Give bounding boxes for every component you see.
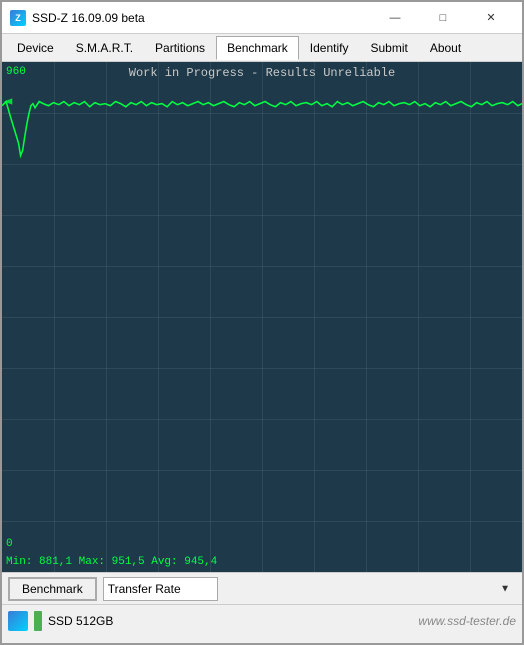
chart-canvas: 960 Work in Progress - Results Unreliabl… <box>2 62 522 572</box>
ssd-label: SSD 512GB <box>48 614 113 628</box>
status-bar: SSD 512GB www.ssd-tester.de <box>2 604 522 636</box>
menu-item-partitions[interactable]: Partitions <box>144 36 216 60</box>
dropdown-arrow-icon: ▼ <box>500 583 510 594</box>
menu-item-submit[interactable]: Submit <box>359 36 418 60</box>
close-button[interactable]: ✕ <box>468 5 514 31</box>
menu-item-smart[interactable]: S.M.A.R.T. <box>65 36 144 60</box>
ssd-indicator <box>34 611 42 631</box>
app-icon: Z <box>10 10 26 26</box>
maximize-button[interactable]: □ <box>420 5 466 31</box>
chart-title: Work in Progress - Results Unreliable <box>2 66 522 80</box>
window-controls: — □ ✕ <box>372 5 514 31</box>
chart-area: 960 Work in Progress - Results Unreliabl… <box>2 62 522 572</box>
minimize-button[interactable]: — <box>372 5 418 31</box>
website-label: www.ssd-tester.de <box>418 614 516 628</box>
chart-stats: Min: 881,1 Max: 951,5 Avg: 945,4 <box>6 556 522 568</box>
menu-item-benchmark[interactable]: Benchmark <box>216 36 299 60</box>
benchmark-chart <box>2 62 522 572</box>
dropdown-wrapper: Transfer RateSequential ReadSequential W… <box>103 577 516 601</box>
menu-item-identify[interactable]: Identify <box>299 36 360 60</box>
y-axis-min-label: 0 <box>6 538 13 550</box>
menu-item-device[interactable]: Device <box>6 36 65 60</box>
status-app-icon <box>8 611 28 631</box>
title-bar-left: Z SSD-Z 16.09.09 beta <box>10 10 145 26</box>
control-bar: Benchmark Transfer RateSequential ReadSe… <box>2 572 522 604</box>
window-title: SSD-Z 16.09.09 beta <box>32 11 145 25</box>
benchmark-button[interactable]: Benchmark <box>8 577 97 601</box>
menu-bar: Device S.M.A.R.T. Partitions Benchmark I… <box>2 34 522 62</box>
title-bar: Z SSD-Z 16.09.09 beta — □ ✕ <box>2 2 522 34</box>
metric-dropdown[interactable]: Transfer RateSequential ReadSequential W… <box>103 577 218 601</box>
status-left: SSD 512GB <box>8 611 113 631</box>
menu-item-about[interactable]: About <box>419 36 472 60</box>
